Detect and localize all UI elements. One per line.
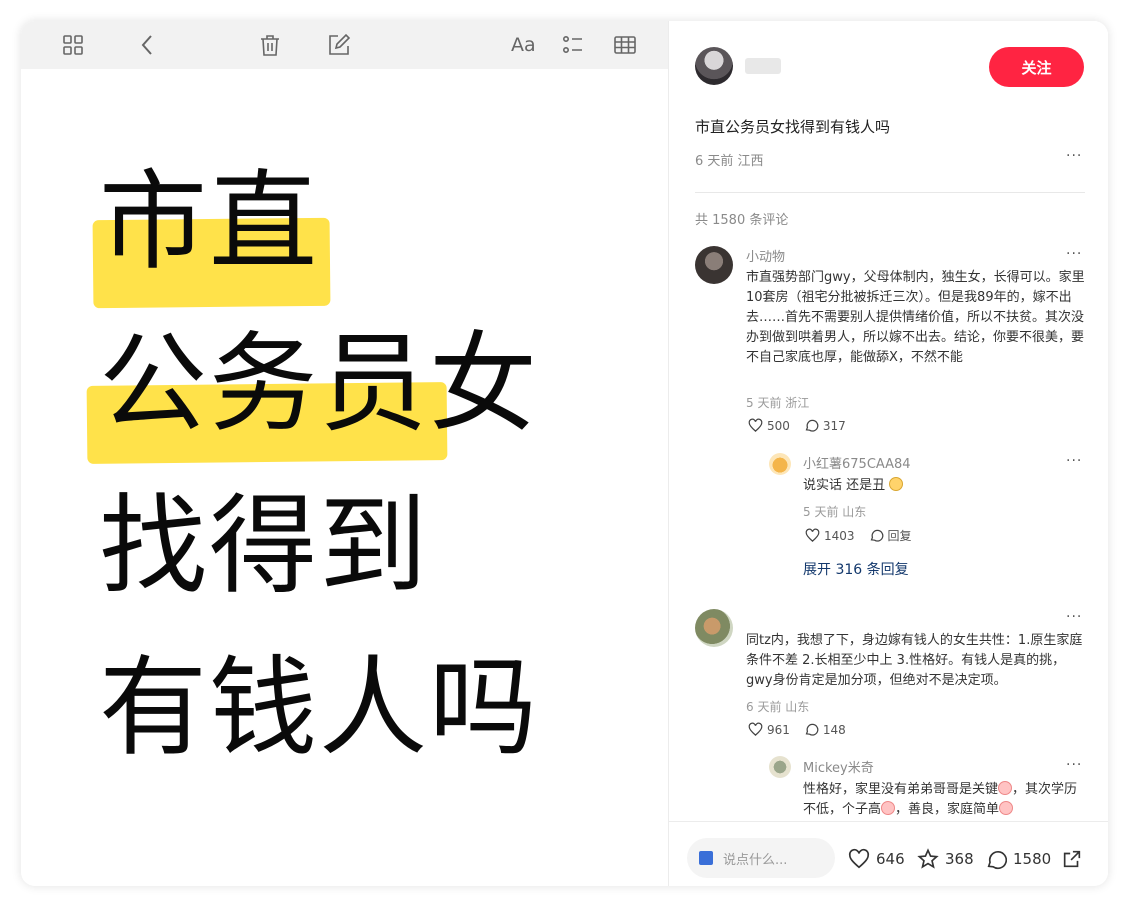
reply-author[interactable]: Mickey米奇 [803, 757, 874, 776]
comment-count: 共 1580 条评论 [695, 213, 789, 228]
more-icon[interactable]: ··· [1066, 246, 1082, 262]
heart-icon [848, 848, 870, 869]
more-icon[interactable]: ··· [1066, 148, 1082, 164]
heart-icon [748, 418, 763, 432]
comment-meta: 6 天前 山东 [746, 700, 810, 714]
reply-text: 说实话 还是丑 [803, 476, 1083, 496]
divider [695, 192, 1085, 193]
emoji-icon [881, 801, 896, 815]
emoji-icon [889, 477, 904, 491]
comment-author[interactable]: 小动物 [746, 246, 785, 265]
grid-icon[interactable] [60, 32, 86, 58]
author-avatar[interactable] [695, 47, 733, 85]
comment-icon [870, 529, 883, 542]
more-icon[interactable]: ··· [1066, 757, 1082, 773]
note-line: 市直 [99, 160, 320, 285]
table-icon[interactable] [612, 32, 638, 58]
trash-icon[interactable] [257, 32, 283, 58]
comment-actions: 500 317 [748, 418, 846, 433]
note-line: 有钱人吗 [99, 646, 540, 771]
comment-text: 同tz内，我想了下，身边嫁有钱人的女生共性：1.原生家庭条件不差 2.长相至少中… [746, 633, 1083, 688]
reply-text: 性格好，家里没有弟弟哥哥是关键 ，其次学历不低，个子高 ，善良，家庭简单 [803, 781, 1078, 817]
like-button[interactable]: 500 [748, 418, 790, 433]
note-toolbar: Aa [21, 21, 668, 69]
back-icon[interactable] [135, 32, 161, 58]
comment-post-button[interactable]: 1580 [985, 848, 1051, 870]
avatar[interactable] [695, 609, 733, 647]
star-icon [917, 848, 939, 869]
comment-meta: 5 天前 浙江 [746, 396, 810, 410]
reply-actions: 1403 回复 [805, 527, 912, 544]
comment-icon [805, 419, 819, 432]
heart-icon [748, 722, 763, 736]
reply-author[interactable]: 小红薯675CAA84 [803, 453, 911, 472]
note-line: 公务员女 [99, 322, 540, 447]
checklist-icon[interactable] [560, 32, 586, 58]
reply-button[interactable]: 148 [804, 722, 846, 737]
more-icon[interactable]: ··· [1066, 453, 1082, 469]
edit-icon[interactable] [326, 32, 352, 58]
comment-icon [805, 723, 819, 736]
note-image-pane: Aa 市直 公务员女 找得到 有钱人吗 [21, 21, 668, 886]
post-detail-card: Aa 市直 公务员女 找得到 有钱人吗 关注 市直公务员女找得到有钱人吗 6 天… [21, 21, 1108, 886]
like-post-button[interactable]: 646 [848, 848, 905, 870]
comment-input[interactable]: 说点什么... [687, 838, 835, 878]
comment-icon [987, 851, 1007, 870]
book-icon [699, 851, 713, 865]
reply-meta: 5 天前 山东 [803, 505, 867, 519]
avatar[interactable] [769, 756, 791, 778]
expand-replies-link[interactable]: 展开 316 条回复 [803, 559, 909, 579]
comment-actions: 961 148 [748, 722, 846, 737]
emoji-icon [999, 801, 1014, 815]
post-meta: 6 天前 江西 [695, 154, 764, 169]
post-title: 市直公务员女找得到有钱人吗 [695, 118, 891, 136]
like-button[interactable]: 1403 [805, 528, 855, 543]
emoji-icon [998, 781, 1013, 795]
follow-button[interactable]: 关注 [989, 47, 1084, 87]
note-line: 找得到 [99, 484, 430, 609]
like-button[interactable]: 961 [748, 722, 790, 737]
collect-button[interactable]: 368 [917, 848, 974, 870]
more-icon[interactable]: ··· [1066, 609, 1082, 625]
heart-icon [805, 528, 820, 542]
reply-button[interactable]: 回复 [869, 527, 912, 544]
interaction-bar: 说点什么... 646 368 1580 [669, 821, 1108, 886]
note-content: 市直 公务员女 找得到 有钱人吗 [21, 69, 668, 886]
post-sidebar: 关注 市直公务员女找得到有钱人吗 6 天前 江西 ··· 共 1580 条评论 … [668, 21, 1108, 886]
avatar[interactable] [769, 453, 791, 475]
font-icon[interactable]: Aa [511, 32, 541, 58]
reply-button[interactable]: 317 [804, 418, 846, 433]
share-icon [1063, 850, 1081, 868]
author-name-blurred[interactable] [745, 58, 781, 74]
comment-text: 市直强势部门gwy，父母体制内，独生女，长得可以。家里10套房（祖宅分批被拆迁三… [746, 270, 1085, 365]
avatar[interactable] [695, 246, 733, 284]
share-button[interactable] [1061, 848, 1083, 870]
